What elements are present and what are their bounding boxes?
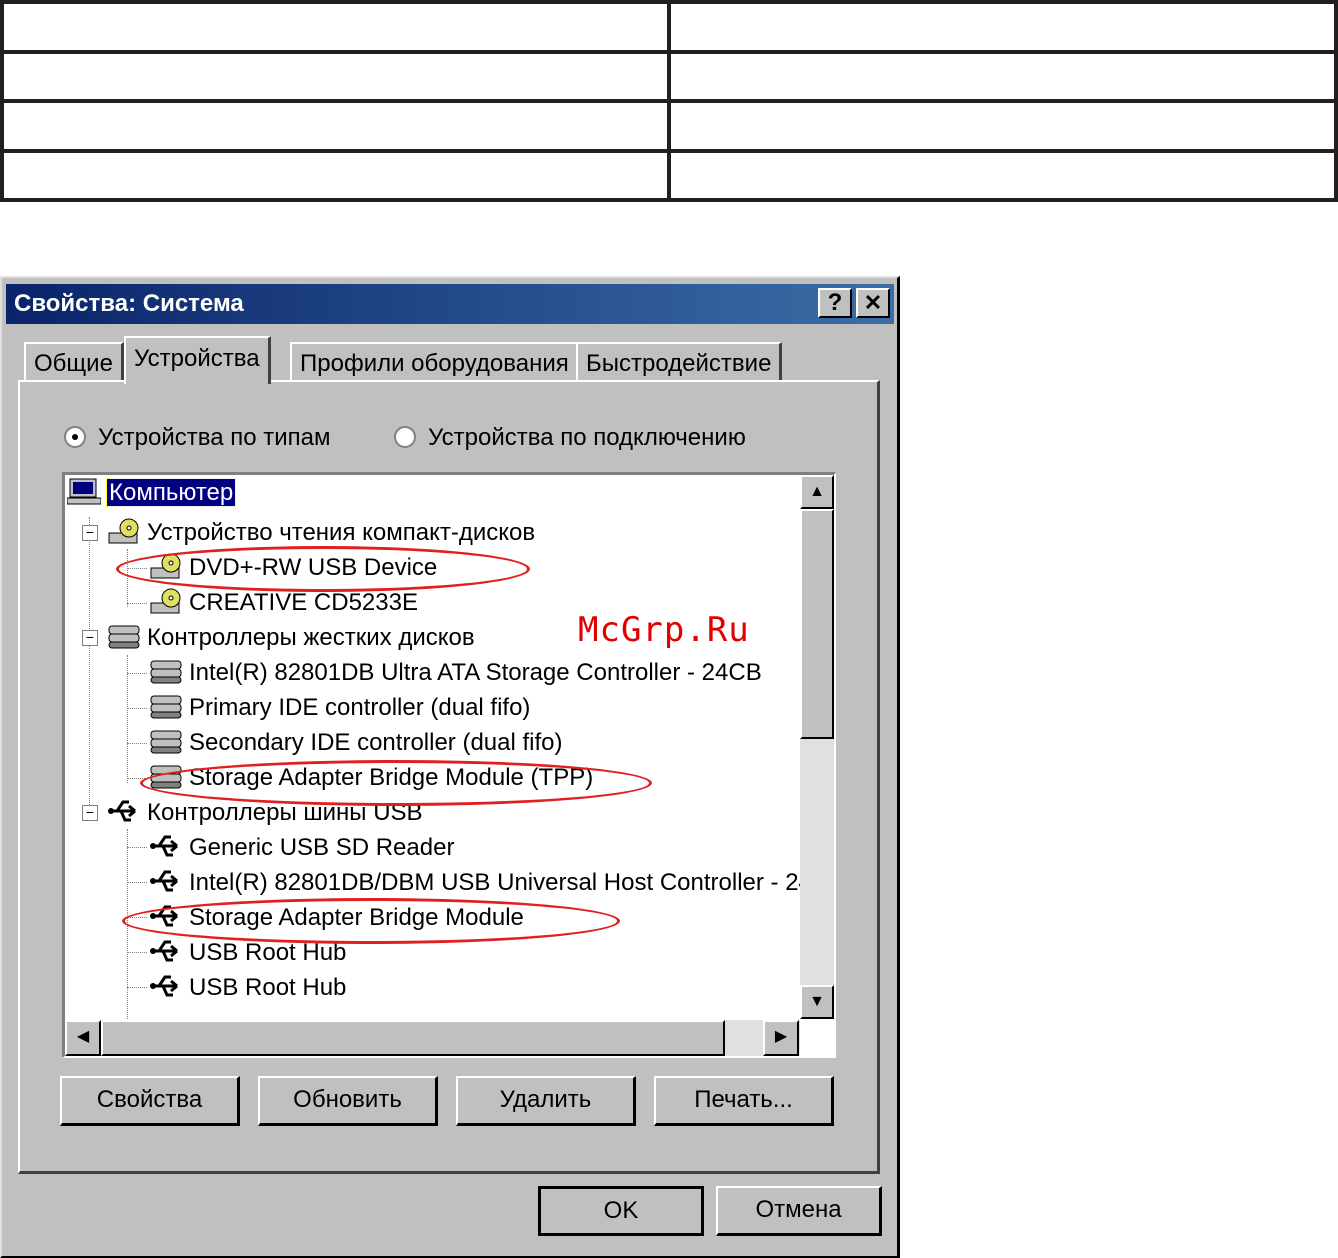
hdd-controller-icon — [149, 657, 183, 685]
usb-icon — [107, 797, 141, 825]
tree-item[interactable]: Storage Adapter Bridge Module — [149, 902, 524, 934]
tree-item[interactable]: Secondary IDE controller (dual fifo) — [149, 727, 563, 759]
tab-general[interactable]: Общие — [24, 342, 124, 382]
tree-item-label: Intel(R) 82801DB/DBM USB Universal Host … — [189, 869, 812, 896]
tree-item-label: USB Root Hub — [189, 939, 347, 966]
tree-item-label: Компьютер — [105, 478, 237, 507]
tree-item[interactable]: Контроллеры жестких дисков — [107, 622, 475, 654]
tree-item-label: Устройство чтения компакт-дисков — [147, 519, 536, 546]
table-cell — [667, 148, 1338, 202]
cancel-button[interactable]: Отмена — [716, 1186, 882, 1236]
tab-devices[interactable]: Устройства — [124, 336, 271, 384]
title-bar[interactable]: Свойства: Система ? ✕ — [6, 284, 894, 324]
window-title: Свойства: Система — [14, 290, 244, 317]
tree-item[interactable]: Контроллеры шины USB — [107, 797, 423, 829]
hdd-controller-icon — [149, 762, 183, 790]
hdd-controller-icon — [107, 622, 141, 650]
tree-item-label: DVD+-RW USB Device — [189, 554, 438, 581]
table-row — [0, 148, 1338, 202]
tree-item-label: Storage Adapter Bridge Module (TPP) — [189, 764, 594, 791]
hdd-controller-icon — [149, 727, 183, 755]
tree-item[interactable]: Intel(R) 82801DB Ultra ATA Storage Contr… — [149, 657, 762, 689]
radio-selected-icon — [64, 426, 86, 448]
usb-icon — [149, 972, 183, 1000]
computer-icon — [66, 477, 102, 505]
tree-item[interactable]: Generic USB SD Reader — [149, 832, 454, 864]
tree-item[interactable]: USB Root Hub — [149, 972, 346, 1004]
radio-unselected-icon — [394, 426, 416, 448]
tab-hardware-profiles[interactable]: Профили оборудования — [290, 342, 580, 382]
print-button[interactable]: Печать... — [654, 1076, 834, 1126]
hdd-controller-icon — [149, 692, 183, 720]
tab-performance[interactable]: Быстродействие — [576, 342, 783, 382]
table-cell — [0, 0, 671, 54]
tree-item[interactable]: Устройство чтения компакт-дисков — [107, 517, 535, 549]
empty-table — [0, 0, 1338, 202]
tree-item-label: Контроллеры жестких дисков — [147, 624, 475, 651]
usb-icon — [149, 902, 183, 930]
table-row — [0, 0, 1338, 54]
usb-icon — [149, 832, 183, 860]
refresh-button[interactable]: Обновить — [258, 1076, 438, 1126]
collapse-toggle[interactable]: − — [82, 525, 98, 541]
table-cell — [667, 0, 1338, 54]
radio-by-type-label: Устройства по типам — [98, 424, 331, 451]
scroll-up-icon[interactable]: ▲ — [800, 475, 834, 509]
table-row — [0, 49, 1338, 103]
tree-item[interactable]: Storage Adapter Bridge Module (TPP) — [149, 762, 593, 794]
tree-item-computer[interactable]: Компьютер — [66, 477, 237, 509]
cdrom-icon — [149, 552, 183, 580]
tree-item-label: Generic USB SD Reader — [189, 834, 455, 861]
table-cell — [0, 49, 671, 103]
tree-item-label: Secondary IDE controller (dual fifo) — [189, 729, 563, 756]
tree-item-label: Primary IDE controller (dual fifo) — [189, 694, 531, 721]
collapse-toggle[interactable]: − — [82, 630, 98, 646]
tree-item[interactable]: Primary IDE controller (dual fifo) — [149, 692, 530, 724]
tree-item[interactable]: Intel(R) 82801DB/DBM USB Universal Host … — [149, 867, 812, 899]
cdrom-icon — [149, 587, 183, 615]
vertical-scrollbar[interactable]: ▲ ▼ — [800, 475, 834, 1019]
radio-by-connection[interactable]: Устройства по подключению — [394, 424, 746, 452]
tree-item-label: Storage Adapter Bridge Module — [189, 904, 524, 931]
scroll-right-icon[interactable]: ▶ — [763, 1020, 799, 1056]
cdrom-icon — [107, 517, 141, 545]
tree-item-label: Intel(R) 82801DB Ultra ATA Storage Contr… — [189, 659, 762, 686]
scroll-down-icon[interactable]: ▼ — [800, 985, 834, 1019]
table-cell — [667, 99, 1338, 153]
horizontal-scrollbar[interactable]: ◀ ▶ — [65, 1020, 800, 1056]
scroll-thumb[interactable] — [800, 509, 834, 739]
tree-item-label: CREATIVE CD5233E — [189, 589, 418, 616]
usb-icon — [149, 867, 183, 895]
ok-button[interactable]: OK — [538, 1186, 704, 1236]
tree-item[interactable]: CREATIVE CD5233E — [149, 587, 418, 619]
collapse-toggle[interactable]: − — [82, 805, 98, 821]
scroll-thumb[interactable] — [101, 1020, 725, 1056]
usb-icon — [149, 937, 183, 965]
tree-item-label: USB Root Hub — [189, 974, 347, 1001]
help-button[interactable]: ? — [818, 288, 852, 318]
table-cell — [0, 148, 671, 202]
remove-button[interactable]: Удалить — [456, 1076, 636, 1126]
tree-item-label: Контроллеры шины USB — [147, 799, 423, 826]
scroll-left-icon[interactable]: ◀ — [65, 1020, 101, 1056]
tree-item[interactable]: DVD+-RW USB Device — [149, 552, 437, 584]
watermark: McGrp.Ru — [578, 610, 750, 650]
tree-item[interactable]: USB Root Hub — [149, 937, 346, 969]
radio-by-connection-label: Устройства по подключению — [428, 424, 746, 451]
properties-button[interactable]: Свойства — [60, 1076, 240, 1126]
radio-by-type[interactable]: Устройства по типам — [64, 424, 330, 452]
table-cell — [0, 99, 671, 153]
table-cell — [667, 49, 1338, 103]
close-button[interactable]: ✕ — [856, 288, 890, 318]
device-tree[interactable]: − − − Компьютер Устройство чтения компак… — [62, 472, 836, 1058]
table-row — [0, 99, 1338, 153]
